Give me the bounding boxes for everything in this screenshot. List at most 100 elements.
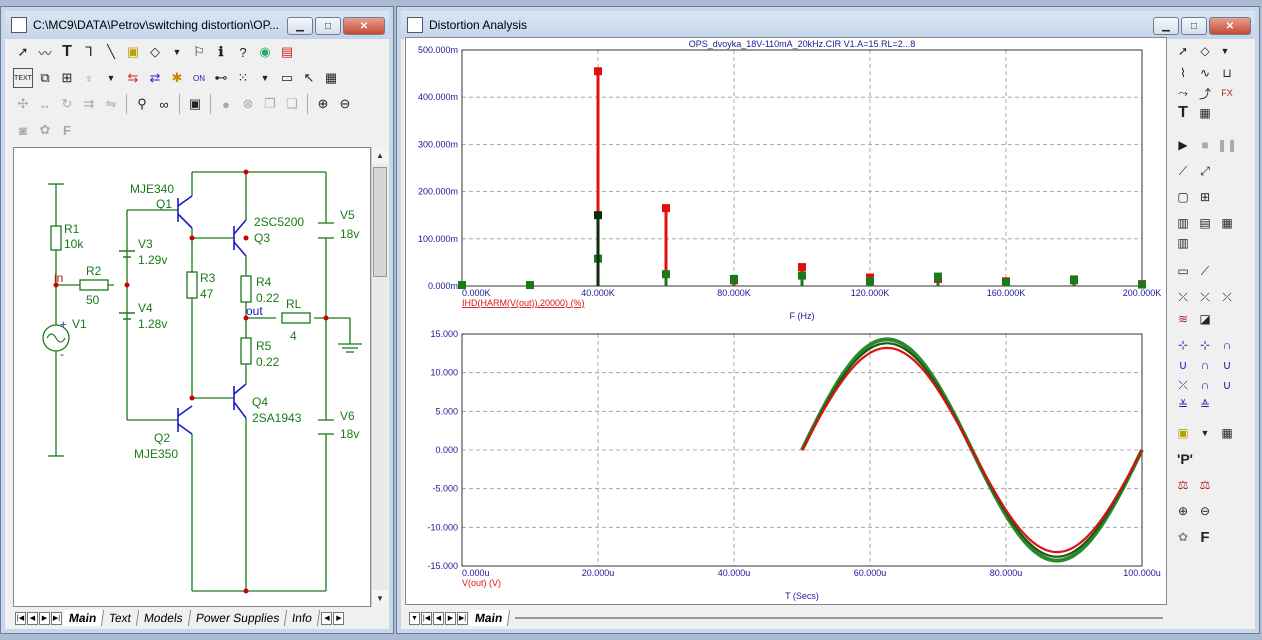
tab-models[interactable]: Models — [137, 610, 192, 626]
pin-connections-icon[interactable]: ⇆ — [123, 68, 143, 88]
globe-icon[interactable]: ◉ — [255, 42, 275, 62]
display-icon[interactable]: ▣ — [185, 94, 205, 114]
close-button[interactable]: ✕ — [343, 17, 385, 35]
stop-icon[interactable]: ■ — [1195, 135, 1215, 155]
probe-icon[interactable]: ▤ — [277, 42, 297, 62]
next-tab-icon[interactable]: ▶ — [445, 611, 456, 625]
dropdown-arrow-icon[interactable]: ▼ — [167, 42, 187, 62]
minimize-button[interactable]: ▁ — [287, 17, 313, 35]
label-icon[interactable]: ▣ — [1173, 423, 1193, 443]
peak-left-icon[interactable]: ⊹ — [1173, 335, 1193, 355]
move-icon[interactable]: ✣ — [13, 94, 33, 114]
stretch-icon[interactable]: ↔ — [35, 94, 55, 114]
tab-scroll-right-icon[interactable]: ▶ — [333, 611, 345, 625]
wave-icon[interactable]: ∿ — [1195, 63, 1215, 83]
palette-icon[interactable]: ✿ — [1173, 527, 1193, 547]
analysis-titlebar[interactable]: Distortion Analysis ▁ □ ✕ — [401, 11, 1255, 39]
scroll-up-icon[interactable]: ▲ — [372, 147, 388, 164]
help-icon[interactable]: ? — [233, 42, 253, 62]
horizontal-grid-icon[interactable]: ▤ — [1195, 213, 1215, 233]
tab-text[interactable]: Text — [102, 610, 140, 626]
scroll-down-icon[interactable]: ▼ — [372, 590, 388, 607]
scale-icon[interactable]: ⌇ — [1173, 63, 1193, 83]
node-numbers-icon[interactable]: ⊞ — [57, 68, 77, 88]
wire-wave-icon[interactable]: 〰 — [35, 42, 55, 62]
text-tool-icon[interactable]: T — [57, 42, 77, 62]
plot-icon[interactable]: ⊔ — [1217, 63, 1237, 83]
line-tool-icon[interactable]: ⟋ — [1173, 161, 1193, 181]
pointer-icon[interactable]: ↖ — [299, 68, 319, 88]
tab-scroll-left-icon[interactable]: ◀ — [321, 611, 333, 625]
prev-tab-icon[interactable]: ◀ — [433, 611, 444, 625]
paste-icon[interactable]: ❏ — [282, 94, 302, 114]
slope-icon[interactable]: ∪ — [1217, 375, 1237, 395]
dropdown-arrow-icon[interactable]: ▼ — [1215, 41, 1235, 61]
font-icon[interactable]: F — [57, 120, 77, 140]
minimize-button[interactable]: ▁ — [1153, 17, 1179, 35]
graphics-icon[interactable]: ◇ — [145, 42, 165, 62]
grid-symbol-icon[interactable]: ♆ — [79, 68, 99, 88]
pins-icon[interactable]: ⊷ — [211, 68, 231, 88]
first-tab-icon[interactable]: |◀ — [15, 611, 26, 625]
minor-grid-icon[interactable]: ▦ — [1217, 213, 1237, 233]
peak-icon[interactable]: ∩ — [1217, 335, 1237, 355]
waveform-icon[interactable]: ≋ — [1173, 309, 1193, 329]
run-icon[interactable]: ▶ — [1173, 135, 1193, 155]
next-tab-icon[interactable]: ▶ — [39, 611, 50, 625]
camera-icon[interactable]: ◙ — [13, 120, 33, 140]
valley-peak-icon[interactable]: ∪ — [1217, 355, 1237, 375]
high-icon[interactable]: ⤫ — [1173, 375, 1193, 395]
schematic-vertical-scrollbar[interactable]: ▲ ▼ — [371, 147, 388, 607]
frame-icon[interactable]: ▢ — [1173, 187, 1193, 207]
curve-icon[interactable]: ⟋ — [1195, 261, 1215, 281]
peak-valley-icon[interactable]: ∩ — [1195, 355, 1215, 375]
diagonal-wire-icon[interactable]: ╲ — [101, 42, 121, 62]
maximize-button[interactable]: □ — [315, 17, 341, 35]
border-icon[interactable]: ▭ — [277, 68, 297, 88]
info-icon[interactable]: ℹ — [211, 42, 231, 62]
box-icon[interactable]: ◪ — [1195, 309, 1215, 329]
point-line-icon[interactable]: ⤢ — [1195, 161, 1215, 181]
font-icon[interactable]: F — [1195, 527, 1215, 547]
grid-icon[interactable]: ⊞ — [1195, 187, 1215, 207]
select-arrow-icon[interactable]: ➚ — [13, 42, 33, 62]
text-toggle-icon[interactable]: TEXT — [13, 68, 33, 88]
tab-main[interactable]: Main — [61, 610, 105, 626]
rotate-icon[interactable]: ↻ — [57, 94, 77, 114]
flag-icon[interactable]: ⚐ — [189, 42, 209, 62]
x-scale-icon[interactable]: ⚖ — [1173, 475, 1193, 495]
schematic-canvas[interactable]: R1 10k R2 50 V1 V3 1.29v V4 1.28v MJE340… — [13, 147, 371, 607]
mirror-icon[interactable]: ⇋ — [101, 94, 121, 114]
tab-dropdown-icon[interactable]: ▼ — [409, 611, 420, 625]
peak-right-icon[interactable]: ⊹ — [1195, 335, 1215, 355]
zoom-in-icon[interactable]: ⊕ — [313, 94, 333, 114]
properties-icon[interactable]: ▦ — [321, 68, 341, 88]
tab-info[interactable]: Info — [285, 610, 321, 626]
mid-alt-icon[interactable]: ≙ — [1195, 395, 1215, 415]
zoom-in-icon[interactable]: ⊕ — [1173, 501, 1193, 521]
properties-icon[interactable]: ▦ — [1195, 103, 1215, 123]
vertical-grid-icon[interactable]: ▥ — [1173, 213, 1193, 233]
dropdown-arrow-icon[interactable]: ▼ — [1195, 423, 1215, 443]
ruler-icon[interactable]: ▥ — [1173, 233, 1193, 253]
select-arrow-icon[interactable]: ➚ — [1173, 41, 1193, 61]
tab-power-supplies[interactable]: Power Supplies — [188, 610, 288, 626]
wire-icon[interactable]: ⅂ — [79, 42, 99, 62]
cancel-icon[interactable]: ⊗ — [238, 94, 258, 114]
scroll-thumb[interactable] — [373, 167, 387, 277]
arrows-icon[interactable]: ⇄ — [145, 68, 165, 88]
cursor-mid-icon[interactable]: ⤫ — [1195, 287, 1215, 307]
cursor-left-icon[interactable]: ⤫ — [1173, 287, 1193, 307]
valley-icon[interactable]: ∪ — [1173, 355, 1193, 375]
component-icon[interactable]: ▣ — [123, 42, 143, 62]
dropdown-arrow-icon[interactable]: ▼ — [101, 68, 121, 88]
dropdown-arrow-icon[interactable]: ▼ — [255, 68, 275, 88]
zoom-out-icon[interactable]: ⊖ — [335, 94, 355, 114]
plot-area[interactable]: OPS_dvoyka_18V-110mA_20kHz.CIR V1.A=15 R… — [405, 37, 1167, 605]
fx-icon[interactable]: FX — [1217, 83, 1237, 103]
p-label-icon[interactable]: 'P' — [1175, 449, 1195, 469]
first-tab-icon[interactable]: |◀ — [421, 611, 432, 625]
graphics-icon[interactable]: ◇ — [1195, 41, 1215, 61]
mid-icon[interactable]: ≚ — [1173, 395, 1193, 415]
attribute-icon[interactable]: ⧉ — [35, 68, 55, 88]
